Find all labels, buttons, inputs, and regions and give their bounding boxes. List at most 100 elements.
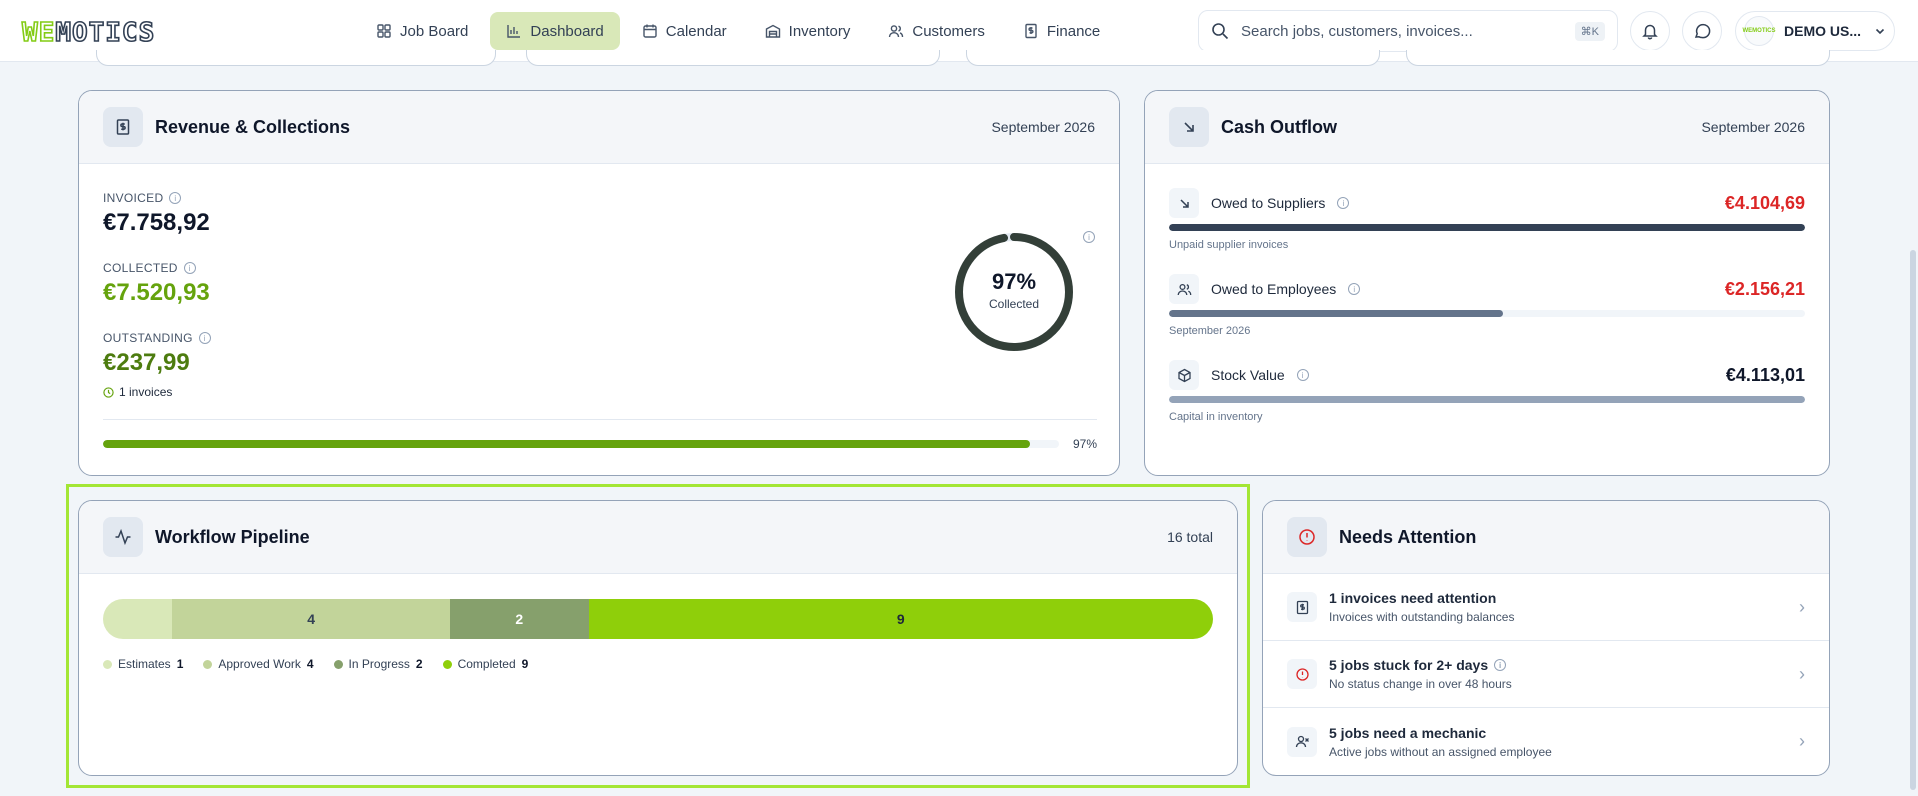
stat-card	[526, 50, 940, 66]
user-menu[interactable]: WEMOTICS DEMO US...	[1735, 11, 1895, 51]
main-nav: Job Board Dashboard Calendar Inventory C…	[360, 12, 1116, 50]
search-icon	[1212, 23, 1229, 40]
legend-item[interactable]: In Progress 2	[333, 657, 423, 671]
nav-label: Customers	[912, 22, 985, 40]
outflow-bar-fill	[1169, 310, 1503, 317]
pipeline-segment-completed[interactable]: 9	[588, 599, 1213, 639]
stat-card	[96, 50, 496, 66]
ring-label: Collected	[988, 297, 1040, 311]
metric-label: INVOICED	[103, 191, 164, 205]
legend-item[interactable]: Completed 9	[442, 657, 528, 671]
search-shortcut: ⌘K	[1574, 21, 1605, 41]
cash-outflow-card: Cash Outflow September 2026 Owed to Supp…	[1144, 90, 1830, 476]
arrow-down-right-icon	[1169, 188, 1199, 218]
pipeline-segment-estimates[interactable]: 1	[103, 599, 173, 639]
outflow-row-stock[interactable]: Stock Value i €4.113,01 Capital in inven…	[1169, 360, 1805, 423]
outflow-value: €2.156,21	[1724, 278, 1805, 299]
outstanding-metric: OUTSTANDING i €237,99 1 invoices	[103, 331, 211, 399]
outflow-value: €4.113,01	[1725, 364, 1805, 385]
calendar-icon	[643, 24, 657, 38]
metric-label: COLLECTED	[103, 261, 178, 275]
pipeline-segment-in-progress[interactable]: 2	[449, 599, 589, 639]
metric-value: €7.520,93	[103, 279, 210, 306]
outstanding-note: 1 invoices	[103, 385, 211, 399]
search-input[interactable]	[1241, 22, 1563, 40]
user-name: DEMO US...	[1784, 23, 1862, 39]
collected-metric: COLLECTED i €7.520,93	[103, 261, 210, 307]
info-icon[interactable]: i	[169, 192, 182, 204]
nav-customers[interactable]: Customers	[872, 12, 1001, 50]
chevron-down-icon	[1875, 28, 1885, 35]
progress-fill	[103, 440, 1031, 448]
outflow-bar	[1169, 396, 1805, 403]
segment-count: 9	[896, 611, 905, 627]
nav-job-board[interactable]: Job Board	[360, 12, 484, 50]
card-title: Cash Outflow	[1221, 116, 1337, 137]
info-icon[interactable]: i	[1337, 197, 1350, 209]
nav-label: Inventory	[788, 22, 851, 40]
card-header: Workflow Pipeline 16 total	[79, 501, 1237, 574]
info-icon[interactable]: i	[1296, 369, 1309, 381]
workflow-pipeline-card: Workflow Pipeline 16 total 1 4 2 9 Estim…	[78, 500, 1238, 776]
card-header: Needs Attention	[1263, 501, 1829, 574]
attention-sub: No status change in over 48 hours	[1329, 677, 1512, 691]
logo[interactable]: WEMOTICS	[21, 17, 155, 49]
nav-label: Calendar	[665, 22, 727, 40]
attention-item[interactable]: 5 jobs need a mechanic Active jobs witho…	[1263, 708, 1829, 775]
outflow-bar-fill	[1169, 396, 1805, 403]
info-icon[interactable]: i	[1083, 231, 1095, 243]
outflow-row-employees[interactable]: Owed to Employees i €2.156,21 September …	[1169, 274, 1805, 337]
outflow-sub: September 2026	[1169, 325, 1251, 337]
warehouse-icon	[765, 24, 780, 38]
message-icon	[1694, 23, 1711, 39]
invoiced-metric: INVOICED i €7.758,92	[103, 191, 210, 237]
nav-label: Job Board	[400, 22, 469, 40]
invoice-icon	[1287, 592, 1317, 622]
outflow-label: Owed to Employees	[1211, 281, 1337, 297]
info-icon[interactable]: i	[1348, 283, 1361, 295]
nav-finance[interactable]: Finance	[1007, 12, 1116, 50]
pipeline-segment-approved-work[interactable]: 4	[172, 599, 450, 639]
outflow-label: Stock Value	[1211, 367, 1285, 383]
outflow-bar	[1169, 310, 1805, 317]
receipt-icon	[103, 107, 143, 147]
chevron-right-icon: ›	[1799, 663, 1805, 684]
outflow-value: €4.104,69	[1724, 192, 1805, 213]
card-title: Revenue & Collections	[155, 116, 351, 137]
needs-attention-card: Needs Attention 1 invoices need attentio…	[1262, 500, 1830, 776]
divider	[103, 419, 1097, 420]
outflow-bar-fill	[1169, 224, 1805, 231]
legend-dot	[442, 659, 452, 669]
scrollbar-thumb[interactable]	[1910, 250, 1916, 790]
alert-circle-icon	[1287, 517, 1327, 557]
legend-item[interactable]: Approved Work 4	[203, 657, 314, 671]
attention-title: 1 invoices need attention	[1329, 590, 1497, 606]
attention-item[interactable]: 1 invoices need attention Invoices with …	[1263, 574, 1829, 641]
attention-sub: Active jobs without an assigned employee	[1329, 744, 1552, 759]
attention-title: 5 jobs stuck for 2+ days	[1329, 657, 1489, 673]
segment-count: 4	[307, 611, 316, 627]
users-icon	[1169, 274, 1199, 304]
stat-card	[1406, 50, 1830, 66]
search-box[interactable]: ⌘K	[1198, 10, 1618, 52]
outflow-row-suppliers[interactable]: Owed to Suppliers i €4.104,69 Unpaid sup…	[1169, 188, 1805, 251]
pipeline-legend: Estimates 1 Approved Work 4 In Progress 2 C…	[103, 657, 528, 671]
info-icon[interactable]: i	[183, 262, 196, 274]
messages-button[interactable]	[1682, 11, 1722, 51]
nav-inventory[interactable]: Inventory	[749, 12, 867, 50]
user-x-icon	[1287, 726, 1317, 757]
legend-dot	[333, 659, 343, 669]
info-icon[interactable]: i	[198, 332, 211, 344]
nav-dashboard[interactable]: Dashboard	[490, 12, 620, 50]
attention-item[interactable]: 5 jobs stuck for 2+ days i No status chan…	[1263, 641, 1829, 708]
metric-value: €237,99	[103, 349, 190, 376]
notifications-button[interactable]	[1630, 11, 1670, 51]
attention-title: 5 jobs need a mechanic	[1329, 724, 1487, 741]
card-period: September 2026	[991, 119, 1095, 135]
outflow-bar	[1169, 224, 1805, 231]
legend-item[interactable]: Estimates 1	[103, 657, 183, 671]
nav-calendar[interactable]: Calendar	[626, 12, 743, 50]
users-icon	[889, 25, 904, 38]
outflow-label: Owed to Suppliers	[1211, 195, 1326, 211]
info-icon[interactable]: i	[1494, 659, 1507, 671]
